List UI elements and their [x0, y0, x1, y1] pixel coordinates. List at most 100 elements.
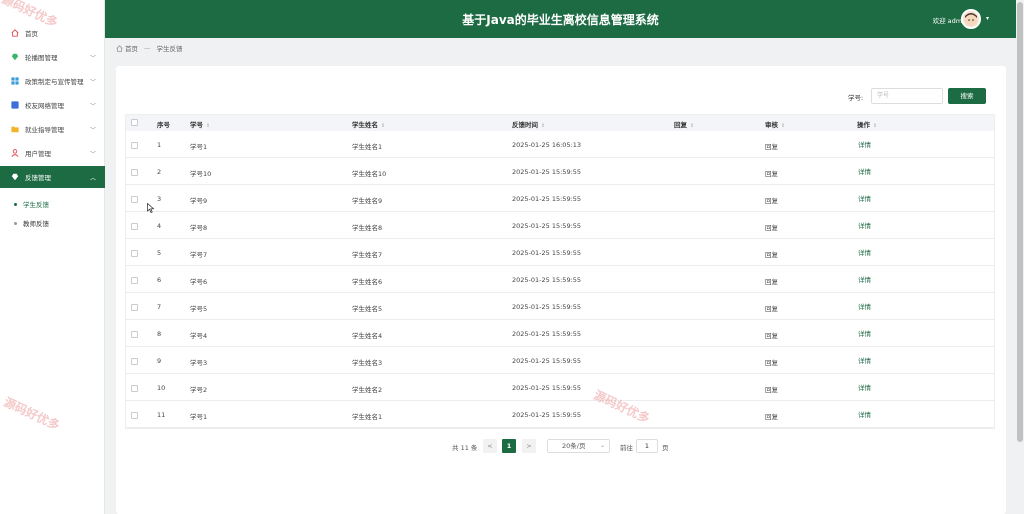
top-header: 基于Java的毕业生离校信息管理系统 欢迎 admin ▾: [105, 0, 1016, 38]
cell-feedback-time: 2025-01-25 15:59:55: [512, 303, 582, 311]
search-label: 学号:: [848, 94, 864, 102]
sidebar-item[interactable]: 轮播图管理 ﹀: [0, 46, 105, 68]
sidebar-item-label: 政策制定与宣传管理: [25, 78, 84, 86]
chevron-down-icon: ⌄: [599, 442, 605, 449]
avatar[interactable]: [961, 9, 981, 29]
sidebar-item[interactable]: 校友网络管理 ﹀: [0, 94, 105, 116]
sort-icon[interactable]: ⇕: [690, 123, 694, 129]
row-checkbox[interactable]: [131, 331, 138, 338]
sidebar-item[interactable]: 政策制定与宣传管理 ﹀: [0, 70, 105, 92]
row-checkbox[interactable]: [131, 169, 138, 176]
detail-link[interactable]: 详情: [858, 355, 871, 365]
cell-feedback-time: 2025-01-25 15:59:55: [512, 330, 582, 338]
breadcrumb: 首页 — 学生反馈: [116, 43, 183, 53]
breadcrumb-home[interactable]: 首页: [125, 43, 138, 53]
cell-student-id: 学号7: [190, 251, 208, 259]
row-checkbox[interactable]: [131, 142, 138, 149]
sort-icon[interactable]: ⇕: [541, 123, 545, 129]
sidebar-item[interactable]: 就业指导管理 ﹀: [0, 118, 105, 140]
select-all-checkbox[interactable]: [131, 119, 138, 126]
sort-icon[interactable]: ⇕: [873, 123, 877, 129]
search-button[interactable]: 搜索: [948, 88, 986, 104]
student-id-search-input[interactable]: 学号: [871, 88, 943, 104]
header-actions[interactable]: 操作 ⇕: [857, 119, 877, 129]
cell-audit: 回复: [765, 170, 778, 178]
cell-student-name: 学生姓名4: [352, 332, 383, 340]
square-icon: [11, 101, 19, 109]
row-checkbox[interactable]: [131, 277, 138, 284]
header-feedback-time[interactable]: 反馈时间 ⇕: [512, 119, 545, 129]
row-checkbox[interactable]: [131, 304, 138, 311]
detail-link[interactable]: 详情: [858, 409, 871, 419]
sidebar-item-label: 首页: [25, 30, 38, 38]
mouse-cursor-icon: [147, 203, 155, 213]
app-title: 基于Java的毕业生离校信息管理系统: [462, 13, 659, 27]
cell-student-id: 学号4: [190, 332, 208, 340]
cell-audit: 回复: [765, 332, 778, 340]
cell-audit: 回复: [765, 305, 778, 313]
detail-link[interactable]: 详情: [858, 220, 871, 230]
table-row: 3 学号9 学生姓名9 2025-01-25 15:59:55 回复 详情: [125, 185, 995, 212]
row-checkbox[interactable]: [131, 358, 138, 365]
detail-link[interactable]: 详情: [858, 328, 871, 338]
goto-suffix: 页: [662, 444, 669, 452]
detail-link[interactable]: 详情: [858, 166, 871, 176]
sort-icon[interactable]: ⇕: [381, 123, 385, 129]
breadcrumb-current: 学生反馈: [156, 45, 183, 53]
cell-feedback-time: 2025-01-25 15:59:55: [512, 168, 582, 176]
row-checkbox[interactable]: [131, 412, 138, 419]
sidebar-item-label: 就业指导管理: [25, 126, 64, 134]
detail-link[interactable]: 详情: [858, 382, 871, 392]
header-student-id[interactable]: 学号 ⇕: [190, 119, 210, 129]
sidebar-item[interactable]: 反馈管理 ︿: [0, 166, 105, 188]
row-checkbox[interactable]: [131, 385, 138, 392]
detail-link[interactable]: 详情: [858, 274, 871, 284]
row-checkbox[interactable]: [131, 250, 138, 257]
detail-link[interactable]: 详情: [858, 193, 871, 203]
home-icon: [116, 44, 123, 52]
cell-feedback-time: 2025-01-25 15:59:55: [512, 249, 582, 257]
sort-icon[interactable]: ⇕: [781, 123, 785, 129]
header-reply[interactable]: 回复 ⇕: [674, 119, 694, 129]
sidebar-item[interactable]: 用户管理 ﹀: [0, 142, 105, 164]
pagination-total: 共 11 条: [452, 444, 478, 452]
cell-feedback-time: 2025-01-25 15:59:55: [512, 411, 582, 419]
scrollbar-thumb[interactable]: [1017, 2, 1023, 442]
table-row: 4 学号8 学生姓名8 2025-01-25 15:59:55 回复 详情: [125, 212, 995, 239]
cell-student-name: 学生姓名5: [352, 305, 383, 313]
row-checkbox[interactable]: [131, 223, 138, 230]
sidebar-subitem[interactable]: 学生反馈: [0, 195, 105, 213]
cell-student-name: 学生姓名2: [352, 386, 383, 394]
sort-icon[interactable]: ⇕: [206, 123, 210, 129]
detail-link[interactable]: 详情: [858, 301, 871, 311]
cell-student-name: 学生姓名8: [352, 224, 383, 232]
page-1-button[interactable]: 1: [502, 439, 516, 453]
chevron-down-icon[interactable]: ▾: [986, 15, 989, 22]
home-icon: [11, 29, 19, 37]
sidebar-subitem-label: 教师反馈: [23, 220, 49, 228]
cell-audit: 回复: [765, 278, 778, 286]
cell-student-id: 学号10: [190, 170, 212, 178]
sidebar-subitem[interactable]: 教师反馈: [0, 214, 105, 232]
cell-student-id: 学号9: [190, 197, 208, 205]
user-icon: [11, 149, 19, 157]
table-row: 10 学号2 学生姓名2 2025-01-25 15:59:55 回复 详情: [125, 374, 995, 401]
goto-page-input[interactable]: 1: [636, 439, 658, 453]
cell-feedback-time: 2025-01-25 15:59:55: [512, 384, 582, 392]
page-size-select[interactable]: 20条/页 ⌄: [547, 439, 610, 453]
cell-index: 6: [157, 276, 162, 284]
detail-link[interactable]: 详情: [858, 139, 871, 149]
cell-audit: 回复: [765, 413, 778, 421]
row-checkbox[interactable]: [131, 196, 138, 203]
next-page-button[interactable]: >: [522, 439, 536, 453]
sidebar-item-label: 反馈管理: [25, 174, 51, 182]
cell-student-id: 学号6: [190, 278, 208, 286]
table-row: 2 学号10 学生姓名10 2025-01-25 15:59:55 回复 详情: [125, 158, 995, 185]
cell-index: 3: [157, 195, 162, 203]
detail-link[interactable]: 详情: [858, 247, 871, 257]
goto-label: 前往: [620, 444, 633, 452]
prev-page-button[interactable]: <: [483, 439, 497, 453]
header-student-name[interactable]: 学生姓名 ⇕: [352, 119, 385, 129]
header-audit[interactable]: 审核 ⇕: [765, 119, 785, 129]
breadcrumb-separator: —: [144, 44, 151, 52]
